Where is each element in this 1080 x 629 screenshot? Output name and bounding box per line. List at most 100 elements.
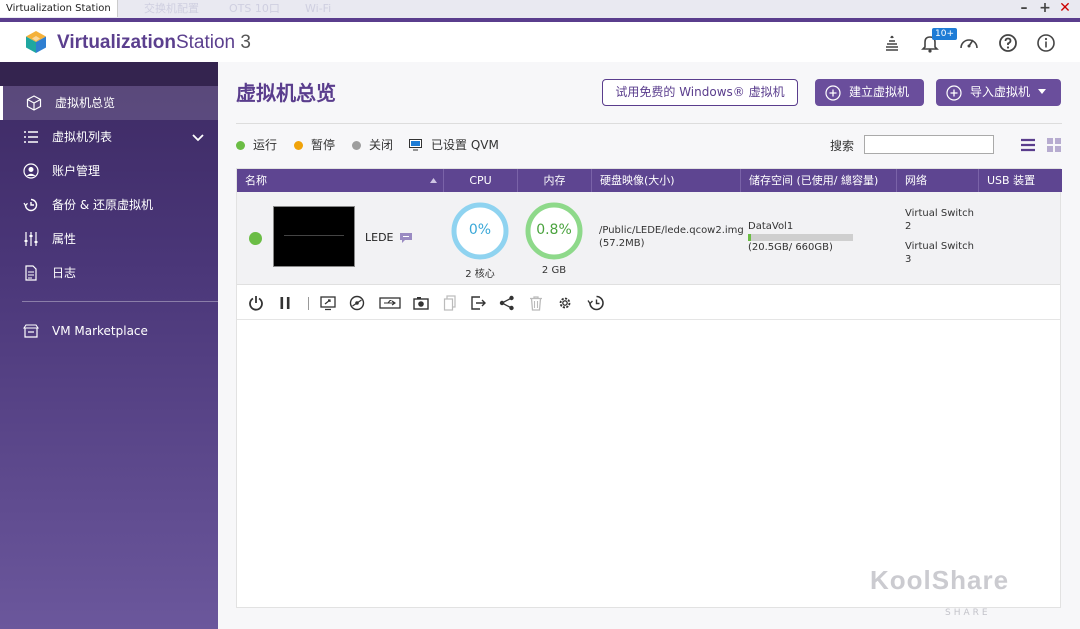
monitor-icon xyxy=(409,139,422,151)
storage-usage-bar xyxy=(748,234,853,241)
app-header: VirtualizationStation 3 10+ xyxy=(0,22,1080,62)
plus-circle-icon xyxy=(946,85,962,101)
toolbar-separator xyxy=(308,297,309,310)
watermark-logo: KoolShare xyxy=(870,565,1010,595)
log-icon xyxy=(25,265,37,281)
list-icon xyxy=(24,131,38,143)
sidebar-item-label: 账户管理 xyxy=(52,164,101,178)
sort-up-icon xyxy=(430,178,437,183)
paused-dot-icon xyxy=(294,141,303,150)
trash-icon[interactable] xyxy=(528,295,544,311)
off-dot-icon xyxy=(352,141,361,150)
overview-icon xyxy=(26,95,42,111)
header-divider xyxy=(236,123,1062,124)
main-panel: 虚拟机总览 试用免费的 Windows® 虚拟机 建立虚拟机 导入虚拟机 运行 … xyxy=(218,62,1080,629)
list-view-icon[interactable] xyxy=(1020,137,1036,153)
sidebar-item-vm-list[interactable]: 虚拟机列表 xyxy=(0,120,218,154)
brand-version: 3 xyxy=(235,32,251,53)
sidebar-item-label: VM Marketplace xyxy=(52,324,148,338)
app-logo-icon xyxy=(26,31,46,53)
sidebar-top-band xyxy=(0,62,218,86)
column-header-memory[interactable]: 内存 xyxy=(518,169,592,192)
account-icon xyxy=(23,163,39,179)
table-row[interactable]: LEDE 0% 2 核心 0.8% 2 GB /Public/LEDE/lede… xyxy=(237,192,1060,285)
try-windows-vm-button[interactable]: 试用免费的 Windows® 虚拟机 xyxy=(602,79,798,106)
legend-label: 暂停 xyxy=(311,138,336,152)
cpu-cores: 2 核心 xyxy=(465,269,495,280)
vm-action-toolbar xyxy=(237,286,1060,320)
column-header-storage[interactable]: 储存空间 (已使用/ 總容量) xyxy=(741,169,897,192)
power-icon[interactable] xyxy=(248,295,264,311)
console-screen-icon[interactable] xyxy=(320,295,336,311)
disk-image: /Public/LEDE/lede.qcow2.img (57.2MB) xyxy=(599,225,744,249)
chevron-down-icon[interactable] xyxy=(190,129,206,145)
close-icon[interactable]: ✕ xyxy=(1057,0,1073,17)
settings-sliders-icon xyxy=(24,232,38,246)
ghost-tab: OTS 10口 xyxy=(229,2,280,15)
schedule-clock-icon[interactable] xyxy=(587,295,605,311)
sidebar: 虚拟机总览 虚拟机列表 账户管理 备份 & 还原虚拟机 属性 日志 VM Mar… xyxy=(0,62,218,629)
export-icon[interactable] xyxy=(470,295,486,311)
grid-view-icon[interactable] xyxy=(1046,137,1062,153)
sidebar-item-backup[interactable]: 备份 & 还原虚拟机 xyxy=(0,188,218,222)
usb-icon[interactable] xyxy=(379,295,401,311)
plus-circle-icon xyxy=(825,85,841,101)
memory-size: 2 GB xyxy=(541,265,567,276)
gear-icon[interactable] xyxy=(557,295,573,311)
cpu-usage-value: 0% xyxy=(468,222,492,238)
page-title: 虚拟机总览 xyxy=(236,81,336,105)
create-vm-button[interactable]: 建立虚拟机 xyxy=(815,79,924,106)
vm-name[interactable]: LEDE xyxy=(365,231,394,244)
column-header-network[interactable]: 网络 xyxy=(897,169,979,192)
sidebar-item-accounts[interactable]: 账户管理 xyxy=(0,154,218,188)
network-switch: Virtual Switch 3 xyxy=(905,241,974,265)
notification-badge: 10+ xyxy=(932,28,957,40)
ghost-tab: Wi-Fi xyxy=(305,2,332,15)
help-icon[interactable] xyxy=(997,32,1019,54)
legend-label: 关闭 xyxy=(369,138,394,152)
brand-name-rest: Station xyxy=(175,32,236,53)
watermark-sub: SHARE xyxy=(945,608,991,618)
import-vm-button[interactable]: 导入虚拟机 xyxy=(936,79,1061,106)
sidebar-item-overview[interactable]: 虚拟机总览 xyxy=(0,86,218,120)
storage-usage: (20.5GB/ 660GB) xyxy=(748,242,833,253)
sidebar-item-properties[interactable]: 属性 xyxy=(0,222,218,256)
pause-icon[interactable] xyxy=(277,295,293,311)
sidebar-item-marketplace[interactable]: VM Marketplace xyxy=(0,314,218,348)
console-message-icon[interactable] xyxy=(399,232,413,244)
column-label: 名称 xyxy=(245,174,267,187)
info-icon[interactable] xyxy=(1035,32,1057,54)
app-brand: VirtualizationStation 3 xyxy=(57,31,251,55)
legend-label: 运行 xyxy=(253,138,278,152)
backup-icon xyxy=(23,198,38,212)
minimize-icon[interactable]: – xyxy=(1016,0,1032,17)
share-icon[interactable] xyxy=(499,295,515,311)
dropdown-caret-icon xyxy=(1038,89,1046,94)
sidebar-item-label: 属性 xyxy=(52,232,77,246)
sidebar-item-logs[interactable]: 日志 xyxy=(0,256,218,290)
search-input[interactable] xyxy=(864,135,994,154)
column-header-usb[interactable]: USB 装置 xyxy=(979,169,1062,192)
vm-table: 名称 CPU 内存 硬盘映像(大小) 储存空间 (已使用/ 總容量) 网络 US… xyxy=(236,168,1062,608)
storage-volume: DataVol1 xyxy=(748,221,794,232)
column-header-name[interactable]: 名称 xyxy=(237,169,444,192)
import-vm-label: 导入虚拟机 xyxy=(970,85,1031,99)
marketplace-icon xyxy=(23,324,39,338)
snapshot-camera-icon[interactable] xyxy=(413,295,429,311)
create-vm-label: 建立虚拟机 xyxy=(849,85,910,99)
dashboard-gauge-icon[interactable] xyxy=(958,32,980,54)
status-running-icon xyxy=(249,232,262,245)
clone-icon[interactable] xyxy=(442,295,458,311)
sidebar-divider xyxy=(22,301,218,302)
maximize-icon[interactable]: + xyxy=(1037,0,1053,17)
task-stack-icon[interactable] xyxy=(881,32,903,54)
window-titlebar: Virtualization Station 交换机配置 OTS 10口 Wi-… xyxy=(0,0,1080,18)
column-header-cpu[interactable]: CPU xyxy=(444,169,518,192)
storage-usage-fill xyxy=(748,234,752,241)
column-header-disk[interactable]: 硬盘映像(大小) xyxy=(592,169,741,192)
legend-label: 已设置 QVM xyxy=(431,138,499,152)
cd-rom-icon[interactable] xyxy=(349,295,365,311)
window-title: Virtualization Station xyxy=(0,0,118,17)
network-switch: Virtual Switch 2 xyxy=(905,208,974,232)
vm-screen-thumbnail[interactable] xyxy=(273,206,355,267)
